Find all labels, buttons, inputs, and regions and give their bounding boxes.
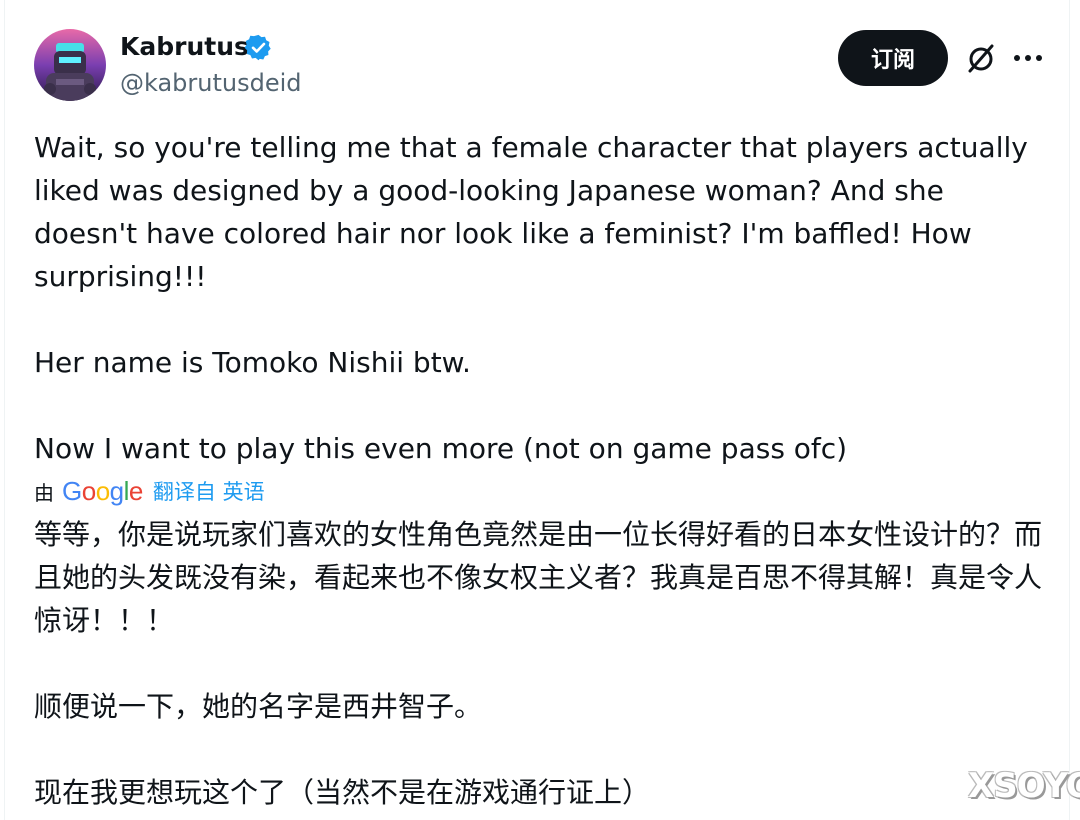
google-logo: Google <box>62 475 143 506</box>
tweet-paragraph: Now I want to play this even more (not o… <box>34 432 848 465</box>
grok-icon[interactable] <box>965 42 997 74</box>
translated-paragraph: 顺便说一下，她的名字是西井智子。 <box>34 690 483 723</box>
translation-attribution: 由 Google 翻译自 英语 <box>34 474 265 508</box>
subscribe-button[interactable]: 订阅 <box>838 30 948 86</box>
tweet-paragraph: Her name is Tomoko Nishii btw. <box>34 346 471 379</box>
avatar[interactable] <box>34 29 106 101</box>
translated-paragraph: 现在我更想玩这个了（当然不是在游戏通行证上） <box>34 776 651 809</box>
display-name[interactable]: Kabrutus <box>120 30 249 64</box>
avatar-image <box>34 29 106 101</box>
more-icon[interactable] <box>1012 44 1044 72</box>
translated-paragraph: 等等，你是说玩家们喜欢的女性角色竟然是由一位长得好看的日本女性设计的？而且她的头… <box>34 518 1043 637</box>
tweet-text: Wait, so you're telling me that a female… <box>34 126 1044 470</box>
author-handle[interactable]: @kabrutusdeid <box>120 67 302 99</box>
translated-from-link[interactable]: 翻译自 英语 <box>153 476 265 506</box>
verified-badge-icon[interactable] <box>244 33 273 62</box>
watermark: XSOYO <box>968 766 1080 806</box>
translated-text: 等等，你是说玩家们喜欢的女性角色竟然是由一位长得好看的日本女性设计的？而且她的头… <box>34 513 1044 814</box>
translated-by-label: 由 <box>34 480 54 505</box>
tweet-paragraph: Wait, so you're telling me that a female… <box>34 131 1028 293</box>
